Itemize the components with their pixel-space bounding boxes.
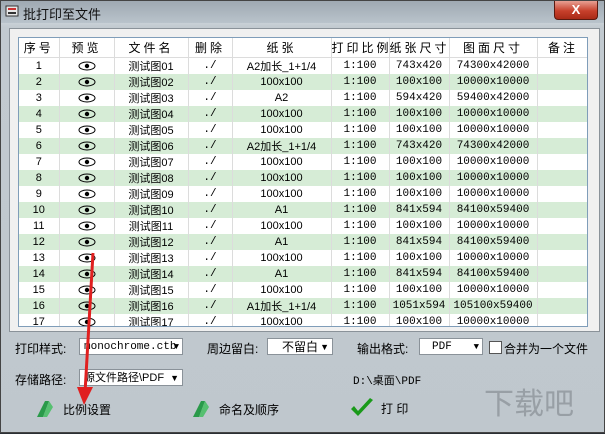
annotation-arrow <box>77 252 95 405</box>
settings-area: 打印样式: monochrome.ctb ▼ 周边留白: 不留白 ▼ 输出格式:… <box>1 1 605 434</box>
annotation-arrow-shaft <box>83 252 95 394</box>
annotation-arrow-head <box>77 387 93 405</box>
print-to-file-dialog: 批打印至文件 X 序号 预览 文件名 删除 纸张 打印比例 纸张尺寸 图面尺寸 … <box>0 0 605 433</box>
watermark-logo: 下载吧 <box>484 387 574 422</box>
svg-text:下载吧: 下载吧 <box>484 387 574 422</box>
